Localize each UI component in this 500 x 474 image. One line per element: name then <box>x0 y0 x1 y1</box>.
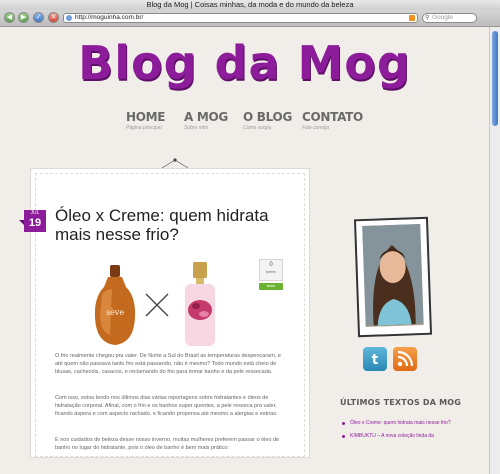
menu-item-label: HOME <box>126 110 166 124</box>
menu-item-sub: Como surgiu <box>243 125 272 131</box>
rss-icon[interactable] <box>409 15 415 21</box>
search-placeholder: Google <box>432 14 453 21</box>
svg-text:t: t <box>372 352 379 368</box>
oil-bottle-image: sève <box>94 265 136 345</box>
menu-item-label: CONTATO <box>302 110 363 124</box>
recent-post-link[interactable]: KIMBUKTU – A nova coleção linda da <box>340 433 460 440</box>
menu-item-label: O BLOG <box>243 110 292 124</box>
menu-item-home[interactable]: HOME Página principal <box>126 110 165 131</box>
menu-item-o-blog[interactable]: O BLOG Como surgiu <box>243 110 292 131</box>
vertical-scrollbar[interactable] <box>489 27 500 474</box>
tweet-count-label: tweets <box>265 270 277 274</box>
forward-button[interactable]: ▶ <box>18 12 29 23</box>
post-title[interactable]: Óleo x Creme: quem hidrata mais nesse fr… <box>55 206 275 244</box>
post-paragraph: E nos cuidados de beleza desse nosso inv… <box>55 437 280 451</box>
stop-button[interactable]: ✕ <box>48 12 59 23</box>
menu-item-sub: Sobre mim <box>184 125 209 131</box>
menu-item-a-mog[interactable]: A MOG Sobre mim <box>184 110 228 131</box>
window-title: Blog da Mog | Coisas minhas, da moda e d… <box>146 0 354 9</box>
menu-item-sub: Fale comigo <box>302 125 330 131</box>
post-paragraph: Com isso, estou lendo nos últimos dias v… <box>55 395 278 417</box>
main-menu: HOME Página principal A MOG Sobre mim O … <box>120 110 380 150</box>
browser-window: Blog da Mog | Coisas minhas, da moda e d… <box>0 0 500 474</box>
tweet-counter: 0 tweets <box>259 259 283 281</box>
rss-feed-icon[interactable] <box>393 347 417 371</box>
reload-button[interactable]: ✓ <box>33 12 44 23</box>
author-photo-image <box>362 224 424 327</box>
recent-post-link[interactable]: Óleo x Creme: quem hidrata mais nesse fr… <box>340 420 460 427</box>
menu-item-label: A MOG <box>184 110 228 124</box>
recent-posts-list: Óleo x Creme: quem hidrata mais nesse fr… <box>340 420 460 446</box>
back-button[interactable]: ◀ <box>4 12 15 23</box>
versus-cross-icon <box>145 293 169 317</box>
menu-item-sub: Página principal <box>126 125 162 131</box>
bottle-label: sève <box>106 308 124 317</box>
address-bar[interactable]: http://moguinha.com.br/ <box>63 13 418 23</box>
author-photo[interactable] <box>353 216 433 338</box>
post-date-month: JUL <box>30 210 40 216</box>
tweet-button[interactable]: tweet <box>259 283 283 290</box>
post-date-badge: JUL 19 <box>19 210 46 232</box>
tweet-count: 0 <box>269 262 273 268</box>
twitter-icon[interactable]: t <box>363 347 387 371</box>
url-text: http://moguinha.com.br/ <box>75 14 144 21</box>
browser-toolbar: ◀ ▶ ✓ ✕ http://moguinha.com.br/ ⚲ Google <box>0 10 500 27</box>
post-date-day: 19 <box>28 217 42 229</box>
sidebar-heading: ÚLTIMOS TEXTOS DA MOG <box>340 398 462 407</box>
search-field[interactable]: ⚲ Google <box>422 13 477 23</box>
menu-item-contato[interactable]: CONTATO Fale comigo <box>302 110 363 131</box>
lotion-bottle-image <box>185 262 215 346</box>
globe-icon <box>66 15 72 21</box>
search-icon: ⚲ <box>425 15 430 21</box>
site-logo[interactable]: Blog da Mog <box>0 36 489 90</box>
scrollbar-thumb[interactable] <box>492 31 498 126</box>
post-paragraph: O frio realmente chegou pra valer. De No… <box>55 353 281 375</box>
